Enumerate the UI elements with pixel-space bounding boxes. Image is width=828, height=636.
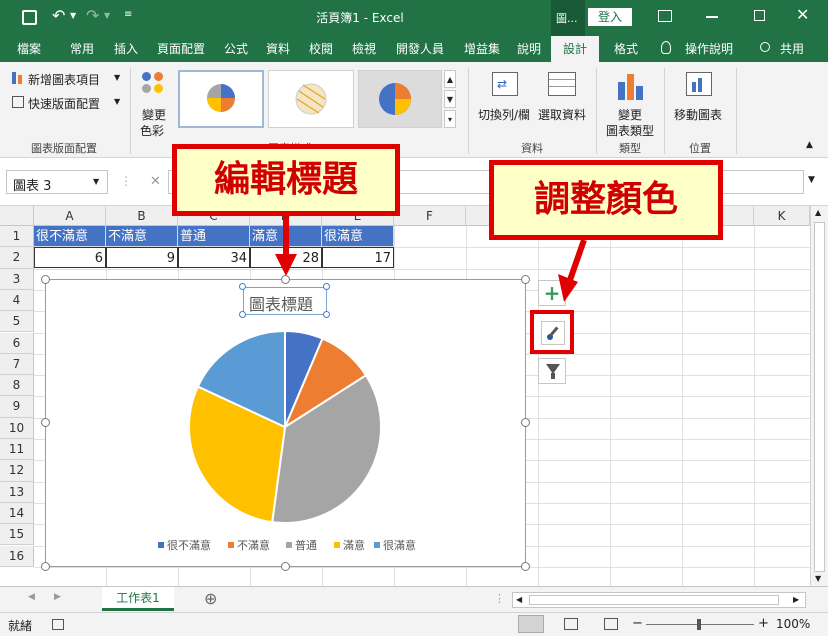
resize-handle[interactable] [281,562,290,571]
title-handle[interactable] [323,311,330,318]
scroll-thumb[interactable] [814,222,825,572]
sheet-tab-1[interactable]: 工作表1 [102,587,174,611]
resize-handle[interactable] [41,562,50,571]
zoom-level[interactable]: 100% [776,617,810,631]
scroll-h-thumb[interactable] [529,595,779,605]
status-text: 就緒 [8,619,33,633]
zoom-thumb[interactable] [697,619,701,630]
sheet-next-icon[interactable]: ▶ [54,592,61,602]
resize-handle[interactable] [521,562,530,571]
scroll-left-icon[interactable]: ◀ [516,595,522,604]
scroll-up-icon[interactable]: ▲ [815,208,821,217]
vertical-scrollbar[interactable]: ▲ ▼ [810,206,828,586]
sheet-tab-bar: ◀ ▶ 工作表1 ⊕ ⋮ ◀ ▶ [0,586,828,612]
tab-splitter[interactable]: ⋮ [494,592,505,605]
resize-handle[interactable] [41,275,50,284]
title-handle[interactable] [239,311,246,318]
title-handle[interactable] [239,283,246,290]
sheet-prev-icon[interactable]: ◀ [28,592,35,602]
macro-record-icon[interactable] [52,619,64,630]
status-bar: 就緒 − + 100% [0,612,828,636]
resize-handle[interactable] [521,418,530,427]
normal-view-icon[interactable] [518,615,544,633]
page-layout-view-icon[interactable] [564,618,578,630]
callout-arrows [275,216,587,302]
horizontal-scrollbar[interactable]: ◀ ▶ [512,592,806,608]
resize-handle[interactable] [281,275,290,284]
zoom-in-icon[interactable]: + [758,616,769,631]
resize-handle[interactable] [41,418,50,427]
title-handle[interactable] [323,283,330,290]
zoom-out-icon[interactable]: − [632,616,643,631]
add-sheet-button[interactable]: ⊕ [204,589,217,608]
resize-handle[interactable] [521,275,530,284]
scroll-down-icon[interactable]: ▼ [815,574,821,583]
scroll-right-icon[interactable]: ▶ [793,595,799,604]
page-break-view-icon[interactable] [604,618,618,630]
